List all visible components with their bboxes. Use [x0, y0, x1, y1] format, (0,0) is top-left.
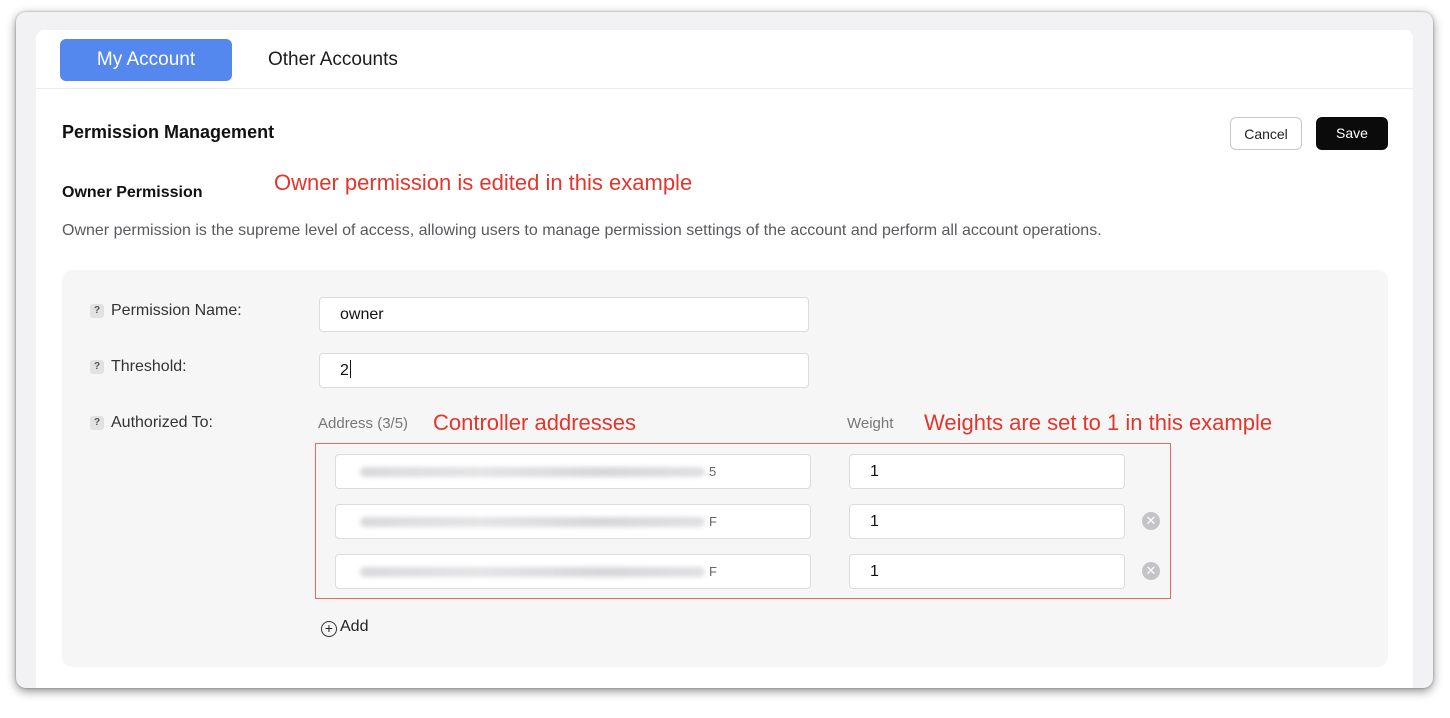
- add-circle-icon: +: [321, 621, 337, 637]
- address-tail: F: [709, 514, 717, 530]
- authorized-to-label-text: Authorized To:: [111, 414, 213, 431]
- tab-other-accounts[interactable]: Other Accounts: [268, 39, 428, 81]
- address-input-1[interactable]: 5: [335, 454, 811, 489]
- weight-input-1[interactable]: 1: [849, 454, 1125, 489]
- help-icon[interactable]: ?: [90, 304, 104, 318]
- page-title: Permission Management: [62, 122, 275, 142]
- threshold-label: ? Threshold:: [90, 358, 187, 376]
- account-card: My Account Other Accounts Permission Man…: [36, 30, 1413, 688]
- tab-my-account[interactable]: My Account: [60, 39, 232, 81]
- annotation-weight-note: Weights are set to 1 in this example: [924, 410, 1273, 435]
- add-address-button[interactable]: + Add: [321, 618, 368, 637]
- weight-column-header: Weight: [847, 415, 894, 432]
- address-input-3[interactable]: F: [335, 554, 811, 589]
- permission-name-label: ? Permission Name:: [90, 302, 242, 320]
- annotation-owner-note: Owner permission is edited in this examp…: [274, 170, 693, 195]
- threshold-input[interactable]: 2: [319, 353, 809, 388]
- weight-input-2[interactable]: 1: [849, 504, 1125, 539]
- app-window: My Account Other Accounts Permission Man…: [16, 12, 1433, 688]
- address-tail: F: [709, 564, 717, 580]
- owner-permission-description: Owner permission is the supreme level of…: [62, 222, 1102, 239]
- weight-input-3[interactable]: 1: [849, 554, 1125, 589]
- help-icon[interactable]: ?: [90, 360, 104, 374]
- blurred-address: [360, 466, 705, 477]
- threshold-value: 2: [340, 362, 349, 379]
- permission-name-input[interactable]: owner: [319, 297, 809, 332]
- threshold-label-text: Threshold:: [111, 358, 187, 375]
- address-input-2[interactable]: F: [335, 504, 811, 539]
- account-tabs: My Account Other Accounts: [36, 30, 1413, 89]
- help-icon[interactable]: ?: [90, 416, 104, 430]
- authorized-to-label: ? Authorized To:: [90, 414, 213, 432]
- address-tail: 5: [709, 464, 717, 480]
- blurred-address: [360, 516, 705, 527]
- remove-row-icon[interactable]: ✕: [1142, 512, 1160, 530]
- owner-permission-title: Owner Permission: [62, 184, 203, 201]
- blurred-address: [360, 566, 705, 577]
- text-caret: [349, 360, 351, 378]
- annotation-controller-note: Controller addresses: [433, 410, 636, 435]
- remove-row-icon[interactable]: ✕: [1142, 562, 1160, 580]
- address-column-header: Address (3/5): [318, 415, 409, 432]
- permission-name-label-text: Permission Name:: [111, 302, 242, 319]
- cancel-button[interactable]: Cancel: [1230, 117, 1302, 150]
- add-label: Add: [340, 618, 369, 635]
- permission-form-panel: ? Permission Name: owner ? Threshold: 2 ? A…: [62, 270, 1388, 667]
- save-button[interactable]: Save: [1316, 117, 1388, 150]
